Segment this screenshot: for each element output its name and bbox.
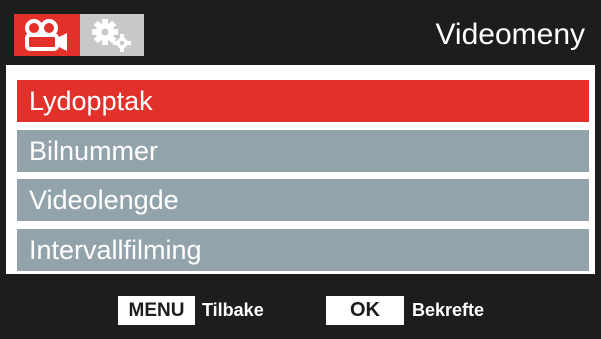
dashcam-screen: Videomeny Lydopptak Bilnummer Videolengd…: [0, 0, 601, 339]
menu-panel: Lydopptak Bilnummer Videolengde Interval…: [6, 65, 595, 274]
menu-item-label: Intervallfilming: [29, 234, 202, 265]
menu-item-videolengde[interactable]: Videolengde: [17, 179, 589, 221]
confirm-label: Bekrefte: [412, 300, 485, 320]
video-camera-icon: [25, 19, 67, 51]
menu-item-label: Videolengde: [29, 184, 179, 215]
tab-settings[interactable]: [80, 14, 144, 56]
menu-key[interactable]: MENU: [118, 296, 195, 325]
gears-icon: [92, 19, 131, 52]
tab-video[interactable]: [14, 14, 80, 56]
menu-item-bilnummer[interactable]: Bilnummer: [17, 130, 589, 172]
ok-key[interactable]: OK: [326, 296, 404, 325]
menu-item-label: Bilnummer: [29, 135, 159, 166]
menu-item-lydopptak[interactable]: Lydopptak: [17, 80, 589, 122]
menu-item-label: Lydopptak: [29, 85, 153, 116]
menu-item-intervallfilming[interactable]: Intervallfilming: [17, 229, 589, 271]
back-label: Tilbake: [202, 300, 264, 320]
page-title: Videomeny: [435, 18, 585, 51]
